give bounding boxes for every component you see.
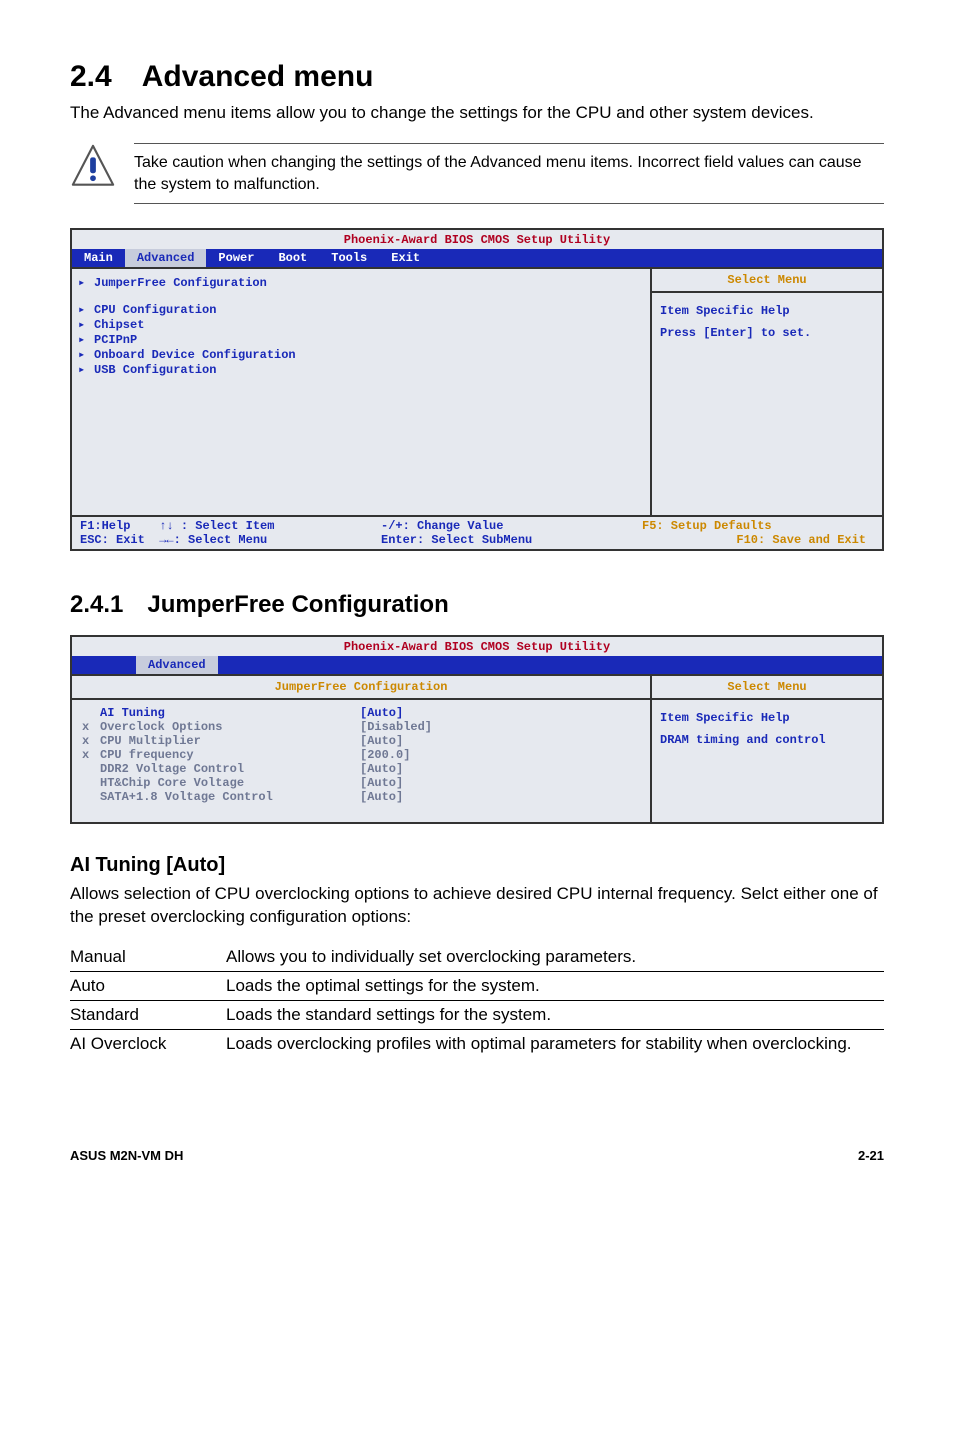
ai-tuning-body: Allows selection of CPU overclocking opt… (70, 883, 884, 929)
section-heading: 2.4 Advanced menu (70, 60, 884, 94)
bios2-help-title: Item Specific Help (660, 708, 874, 730)
bios2-right-panel: Select Menu Item Specific Help DRAM timi… (652, 674, 882, 822)
hint-change-value: -/+: Change Value (381, 519, 626, 533)
menu-usb-config[interactable]: ▸USB Configuration (78, 362, 644, 377)
hint-f5: F5: Setup Defaults (642, 519, 874, 533)
bios-advanced-menu: Phoenix-Award BIOS CMOS Setup Utility Ma… (70, 228, 884, 551)
help-body: Press [Enter] to set. (660, 323, 874, 345)
opt-auto: Auto Loads the optimal settings for the … (70, 972, 884, 1001)
caution-box: Take caution when changing the settings … (70, 143, 884, 204)
bios-right-panel: Select Menu Item Specific Help Press [En… (652, 267, 882, 515)
caution-text: Take caution when changing the settings … (134, 143, 884, 204)
row-cpu-frequency: x CPU frequency [200.0] (82, 748, 640, 762)
section-title: Advanced menu (142, 60, 374, 93)
tab-advanced[interactable]: Advanced (125, 249, 207, 267)
row-cpu-multiplier: x CPU Multiplier [Auto] (82, 734, 640, 748)
bios2-help-body: DRAM timing and control (660, 730, 874, 752)
bios-jumperfree: Phoenix-Award BIOS CMOS Setup Utility Ad… (70, 635, 884, 824)
opt-manual: Manual Allows you to individually set ov… (70, 943, 884, 972)
bios2-left-panel: JumperFree Configuration AI Tuning [Auto… (72, 674, 652, 822)
hint-esc: ESC: Exit (80, 533, 145, 547)
bios2-tab-advanced[interactable]: Advanced (136, 656, 218, 674)
hint-enter-submenu: Enter: Select SubMenu (381, 533, 626, 547)
menu-chipset[interactable]: ▸Chipset (78, 317, 644, 332)
menu-onboard-device[interactable]: ▸Onboard Device Configuration (78, 347, 644, 362)
caution-icon (70, 143, 116, 189)
hint-select-menu: →←: Select Menu (159, 533, 267, 547)
row-overclock-options: x Overclock Options [Disabled] (82, 720, 640, 734)
section-intro: The Advanced menu items allow you to cha… (70, 102, 884, 125)
bios-title: Phoenix-Award BIOS CMOS Setup Utility (72, 230, 882, 249)
menu-cpu-config[interactable]: ▸CPU Configuration (78, 302, 644, 317)
bios-footer: F1:Help ↑↓ : Select Item ESC: Exit →←: S… (72, 515, 882, 549)
ai-tuning-heading: AI Tuning [Auto] (70, 854, 884, 877)
opt-standard: Standard Loads the standard settings for… (70, 1001, 884, 1030)
subsection-title: JumperFree Configuration (147, 591, 448, 618)
opt-ai-overclock: AI Overclock Loads overclocking profiles… (70, 1030, 884, 1059)
help-title: Item Specific Help (660, 301, 874, 323)
subsection-heading: 2.4.1 JumperFree Configuration (70, 591, 884, 619)
bios2-menubar: Advanced (72, 656, 882, 674)
tab-main[interactable]: Main (72, 249, 125, 267)
footer-page: 2-21 (858, 1148, 884, 1163)
subsection-number: 2.4.1 (70, 591, 123, 618)
row-ai-tuning[interactable]: AI Tuning [Auto] (82, 706, 640, 720)
row-ddr2-voltage: DDR2 Voltage Control [Auto] (82, 762, 640, 776)
page-footer: ASUS M2N-VM DH 2-21 (70, 1148, 884, 1163)
section-number: 2.4 (70, 60, 112, 93)
row-htchip-voltage: HT&Chip Core Voltage [Auto] (82, 776, 640, 790)
tab-exit[interactable]: Exit (379, 249, 432, 267)
hint-f1: F1:Help (80, 519, 130, 533)
row-sata-voltage: SATA+1.8 Voltage Control [Auto] (82, 790, 640, 804)
hint-f10: F10: Save and Exit (642, 533, 874, 547)
ai-options-table: Manual Allows you to individually set ov… (70, 943, 884, 1058)
select-menu-label: Select Menu (652, 269, 882, 293)
tab-tools[interactable]: Tools (319, 249, 379, 267)
tab-boot[interactable]: Boot (266, 249, 319, 267)
footer-product: ASUS M2N-VM DH (70, 1148, 183, 1163)
hint-select-item: ↑↓ : Select Item (159, 519, 274, 533)
menu-jumperfree[interactable]: ▸JumperFree Configuration (78, 275, 644, 290)
bios2-title: Phoenix-Award BIOS CMOS Setup Utility (72, 637, 882, 656)
bios2-select-menu: Select Menu (652, 676, 882, 700)
bios-left-panel: ▸JumperFree Configuration ▸CPU Configura… (72, 267, 652, 515)
panel-title: JumperFree Configuration (72, 676, 650, 700)
tab-power[interactable]: Power (206, 249, 266, 267)
menu-pcipnp[interactable]: ▸PCIPnP (78, 332, 644, 347)
bios-menubar: Main Advanced Power Boot Tools Exit (72, 249, 882, 267)
